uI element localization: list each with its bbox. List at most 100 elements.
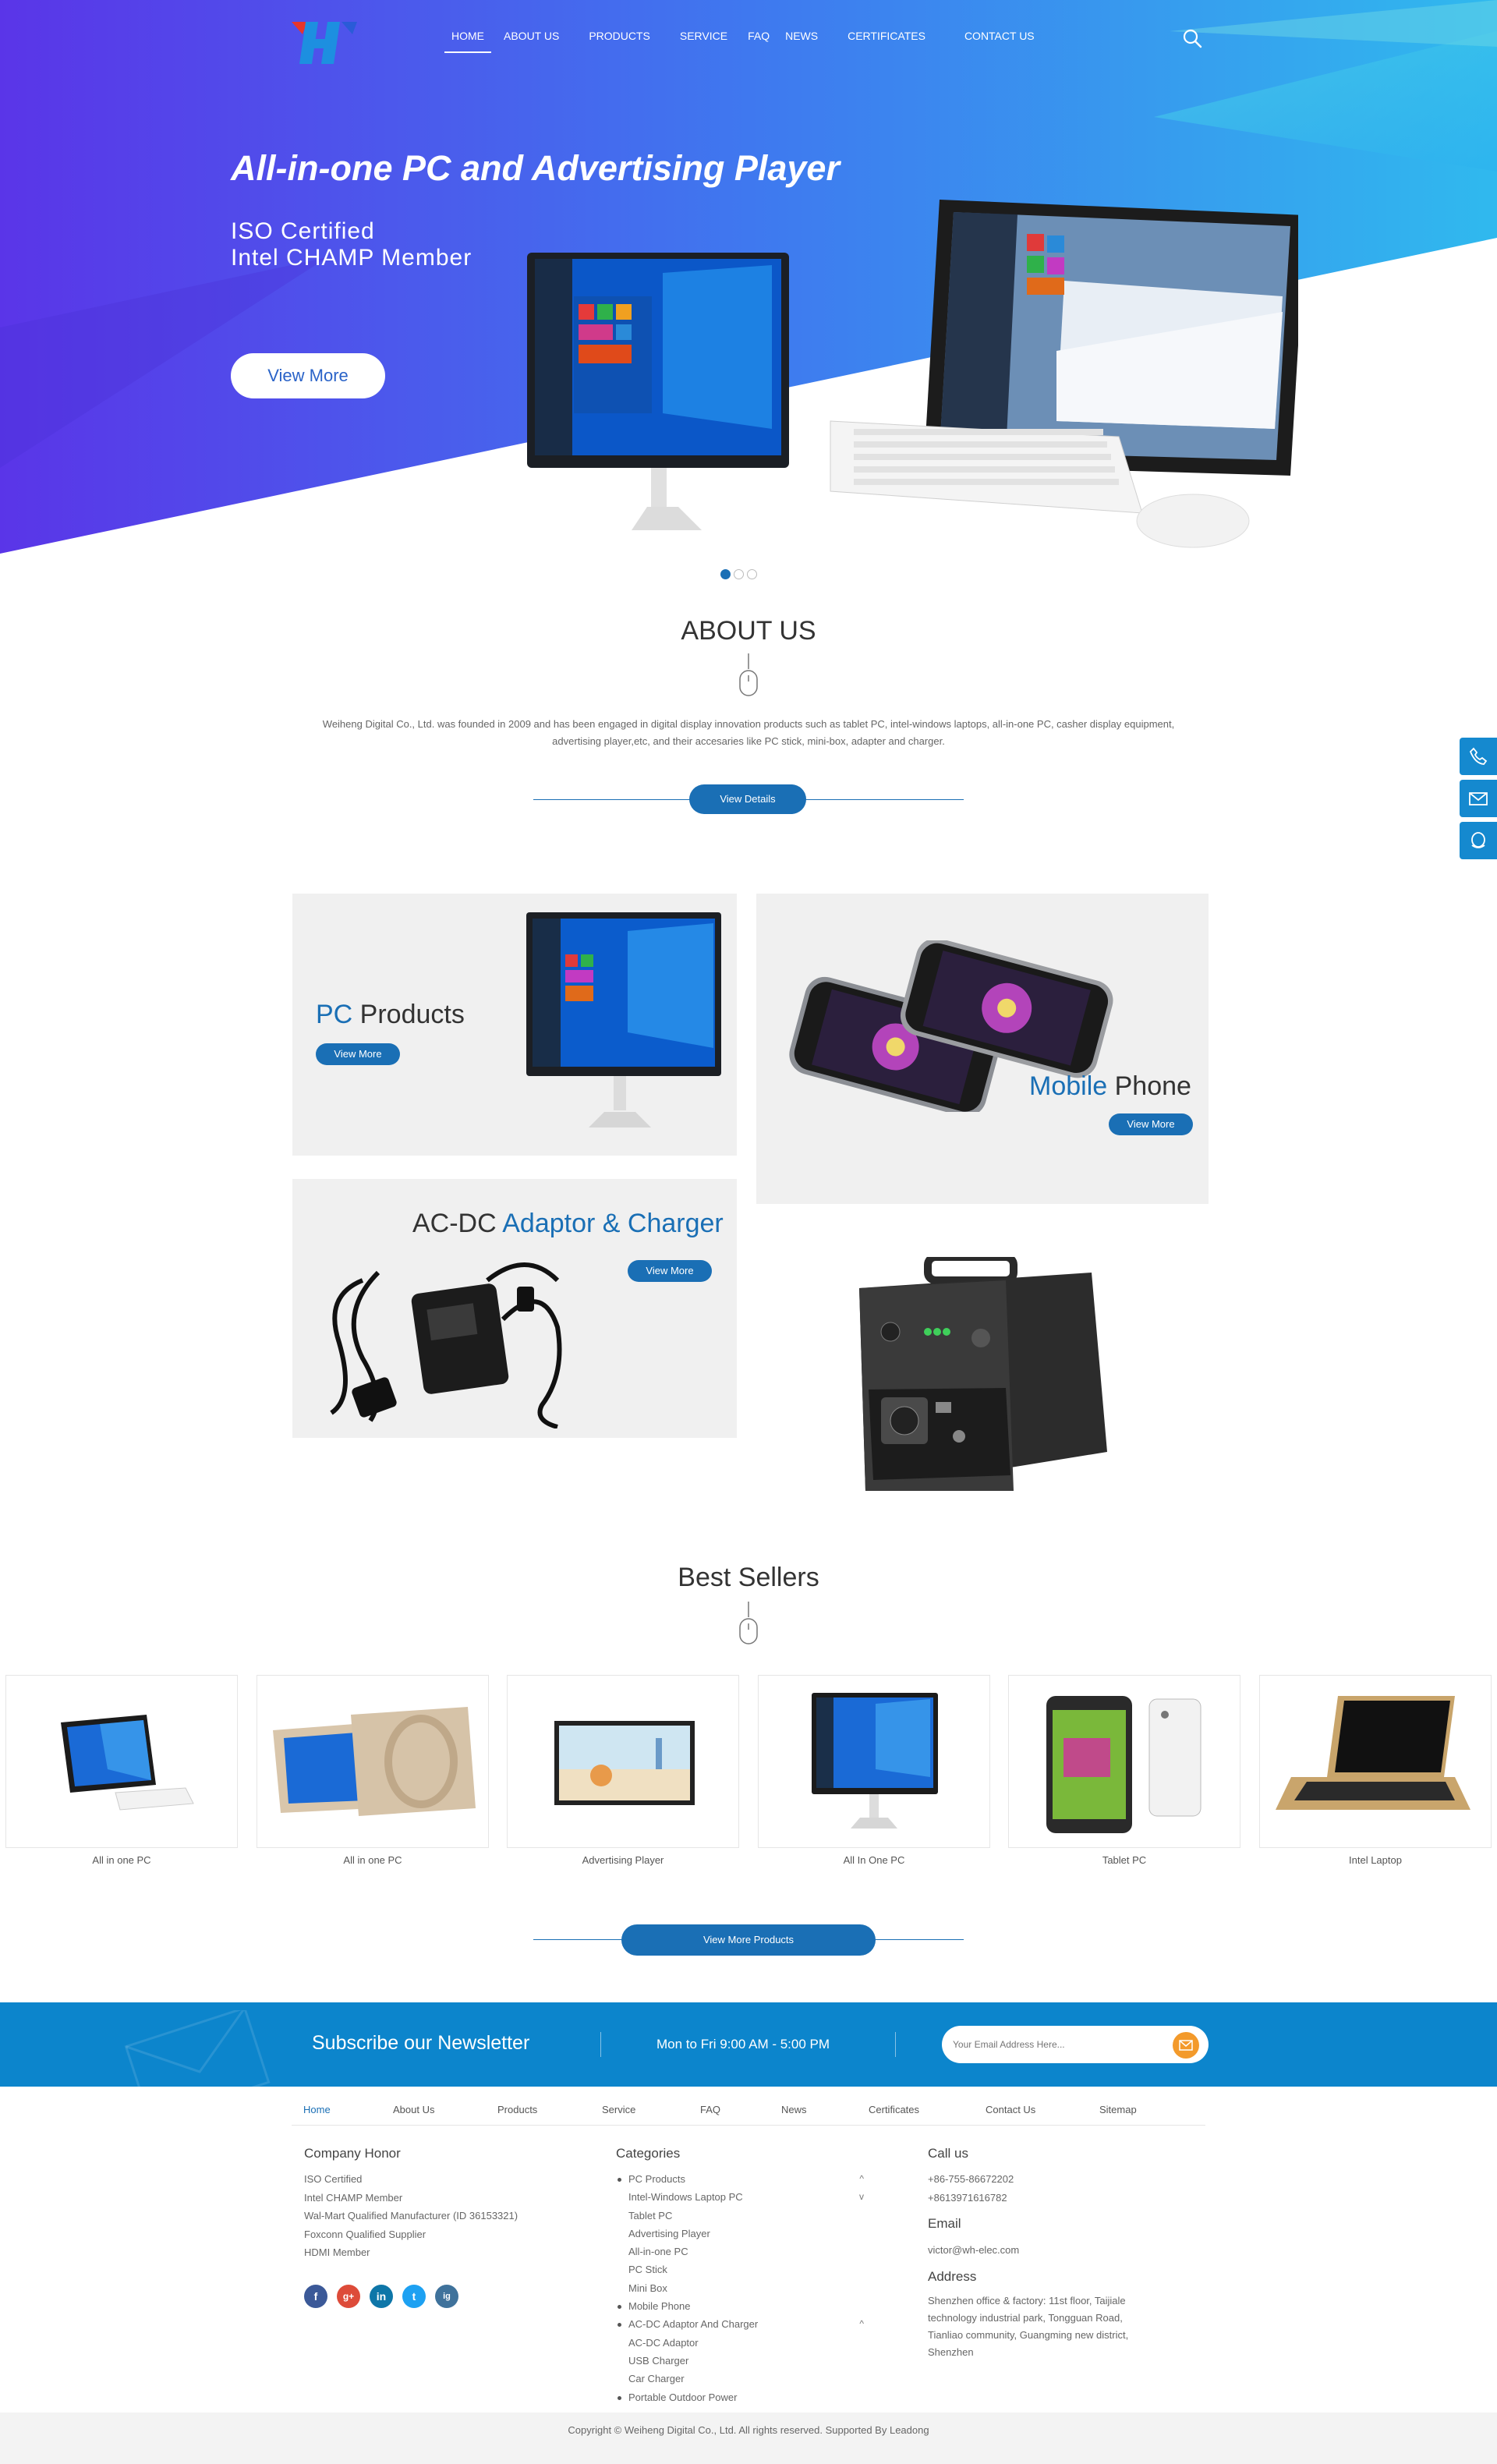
product-image — [812, 1693, 938, 1829]
product-image-frame[interactable] — [507, 1675, 739, 1848]
product-card[interactable]: All in one PC — [257, 1675, 489, 1866]
category-item[interactable]: Mobile Phone — [616, 2297, 881, 2315]
category-item[interactable]: All-in-one PC — [616, 2243, 881, 2260]
category-label[interactable]: AC-DC Adaptor And Charger — [628, 2318, 758, 2330]
product-image-frame[interactable] — [1259, 1675, 1492, 1848]
footer-nav-contact-us[interactable]: Contact Us — [986, 2104, 1035, 2115]
search-icon[interactable] — [1180, 27, 1204, 50]
side-phone-button[interactable] — [1460, 738, 1497, 775]
footer-nav-faq[interactable]: FAQ — [700, 2104, 720, 2115]
product-image-frame[interactable] — [758, 1675, 990, 1848]
side-qq-button[interactable] — [1460, 822, 1497, 859]
category-label[interactable]: All-in-one PC — [628, 2246, 688, 2257]
category-item[interactable]: Mini Box — [616, 2279, 881, 2297]
nav-contact-us[interactable]: CONTACT US — [964, 22, 1035, 53]
nav-products[interactable]: PRODUCTS — [589, 22, 650, 53]
category-label[interactable]: Mobile Phone — [628, 2300, 691, 2312]
adaptor-charger-card[interactable]: AC-DC Adaptor & Charger View More — [292, 1179, 737, 1438]
product-card[interactable]: All In One PC — [758, 1675, 990, 1866]
category-label[interactable]: Mini Box — [628, 2282, 667, 2294]
mobile-phone-card[interactable]: Mobile Phone View More — [756, 894, 1209, 1204]
product-card[interactable]: All in one PC — [5, 1675, 238, 1866]
footer-nav-sitemap[interactable]: Sitemap — [1099, 2104, 1137, 2115]
footer-nav-about-us[interactable]: About Us — [393, 2104, 434, 2115]
adaptor-title-amp: & — [595, 1209, 628, 1238]
footer-nav-home[interactable]: Home — [303, 2104, 331, 2115]
product-name[interactable]: All in one PC — [257, 1854, 489, 1866]
slider-dot[interactable] — [747, 569, 757, 579]
product-name[interactable]: Tablet PC — [1008, 1854, 1240, 1866]
category-label[interactable]: Advertising Player — [628, 2228, 710, 2239]
nav-certificates[interactable]: CERTIFICATES — [848, 22, 925, 53]
category-item[interactable]: PC Products ^ — [616, 2170, 881, 2188]
category-label[interactable]: Portable Outdoor Power — [628, 2391, 737, 2403]
footer-nav-news[interactable]: News — [781, 2104, 807, 2115]
nav-about-us[interactable]: ABOUT US — [504, 22, 559, 53]
category-item[interactable]: Tablet PC — [616, 2207, 881, 2225]
category-label[interactable]: PC Stick — [628, 2264, 667, 2275]
footer-nav-products[interactable]: Products — [497, 2104, 537, 2115]
category-label[interactable]: PC Products — [628, 2173, 685, 2185]
slider-dot[interactable] — [734, 569, 744, 579]
slider-dot[interactable] — [720, 569, 731, 579]
footer-nav-certificates[interactable]: Certificates — [869, 2104, 919, 2115]
chevron-up-icon[interactable]: ^ — [859, 2315, 864, 2333]
product-name[interactable]: Advertising Player — [507, 1854, 739, 1866]
pc-title-accent: PC — [316, 1000, 353, 1029]
category-item[interactable]: Car Charger — [616, 2370, 881, 2388]
linkedin-icon[interactable]: in — [370, 2285, 393, 2308]
copyright-bar: Copyright © Weiheng Digital Co., Ltd. Al… — [0, 2413, 1497, 2464]
category-item[interactable]: Portable Outdoor Power — [616, 2388, 881, 2406]
chevron-up-icon[interactable]: ^ — [859, 2170, 864, 2188]
category-label[interactable]: USB Charger — [628, 2355, 688, 2367]
nav-service[interactable]: SERVICE — [680, 22, 727, 53]
portable-power-image — [859, 1257, 1107, 1491]
product-image-frame[interactable] — [257, 1675, 489, 1848]
category-label[interactable]: Car Charger — [628, 2373, 685, 2384]
product-card[interactable]: Advertising Player — [507, 1675, 739, 1866]
google-plus-icon[interactable]: g+ — [337, 2285, 360, 2308]
address-text: Shenzhen office & factory: 11st floor, T… — [928, 2292, 1128, 2361]
category-item[interactable]: PC Stick — [616, 2260, 881, 2278]
product-name[interactable]: All In One PC — [758, 1854, 990, 1866]
newsletter-submit-button[interactable] — [1173, 2032, 1199, 2059]
instagram-icon[interactable]: ig — [435, 2285, 458, 2308]
view-details-button[interactable]: View Details — [689, 784, 806, 814]
product-image-frame[interactable] — [1008, 1675, 1240, 1848]
email-address[interactable]: victor@wh-elec.com — [928, 2241, 1019, 2260]
product-image-frame[interactable] — [5, 1675, 238, 1848]
category-item[interactable]: Intel-Windows Laptop PC v — [616, 2188, 881, 2206]
categories-list: PC Products ^ Intel-Windows Laptop PC v Ta… — [616, 2170, 881, 2406]
footer-nav-service[interactable]: Service — [602, 2104, 635, 2115]
newsletter-email-input[interactable] — [942, 2026, 1209, 2063]
category-label[interactable]: Intel-Windows Laptop PC — [628, 2191, 743, 2203]
category-label[interactable]: Tablet PC — [628, 2210, 672, 2221]
phone-number[interactable]: +8613971616782 — [928, 2189, 1014, 2207]
pc-view-more-button[interactable]: View More — [316, 1043, 400, 1065]
hero-view-more-button[interactable]: View More — [231, 353, 385, 398]
mobile-phone-title: Mobile Phone — [1029, 1071, 1191, 1102]
weiheng-logo[interactable] — [288, 17, 363, 67]
phone-number[interactable]: +86-755-86672202 — [928, 2170, 1014, 2189]
product-name[interactable]: All in one PC — [5, 1854, 238, 1866]
view-more-products-button[interactable]: View More Products — [621, 1924, 876, 1956]
chevron-down-icon[interactable]: v — [859, 2188, 864, 2206]
twitter-icon[interactable]: t — [402, 2285, 426, 2308]
adaptor-view-more-button[interactable]: View More — [628, 1260, 712, 1282]
phone-view-more-button[interactable]: View More — [1109, 1113, 1193, 1135]
category-item[interactable]: USB Charger — [616, 2352, 881, 2370]
pc-product-image — [526, 912, 721, 1128]
nav-news[interactable]: NEWS — [785, 22, 818, 53]
category-item[interactable]: AC-DC Adaptor — [616, 2334, 881, 2352]
category-label[interactable]: AC-DC Adaptor — [628, 2337, 699, 2349]
nav-home[interactable]: HOME — [444, 22, 491, 53]
product-card[interactable]: Intel Laptop — [1259, 1675, 1492, 1866]
nav-faq[interactable]: FAQ — [748, 22, 770, 53]
product-card[interactable]: Tablet PC — [1008, 1675, 1240, 1866]
product-name[interactable]: Intel Laptop — [1259, 1854, 1492, 1866]
pc-products-card[interactable]: PC Products View More — [292, 894, 737, 1156]
category-item[interactable]: Advertising Player — [616, 2225, 881, 2243]
facebook-icon[interactable]: f — [304, 2285, 327, 2308]
category-item[interactable]: AC-DC Adaptor And Charger ^ — [616, 2315, 881, 2333]
honor-item: ISO Certified — [304, 2173, 363, 2185]
